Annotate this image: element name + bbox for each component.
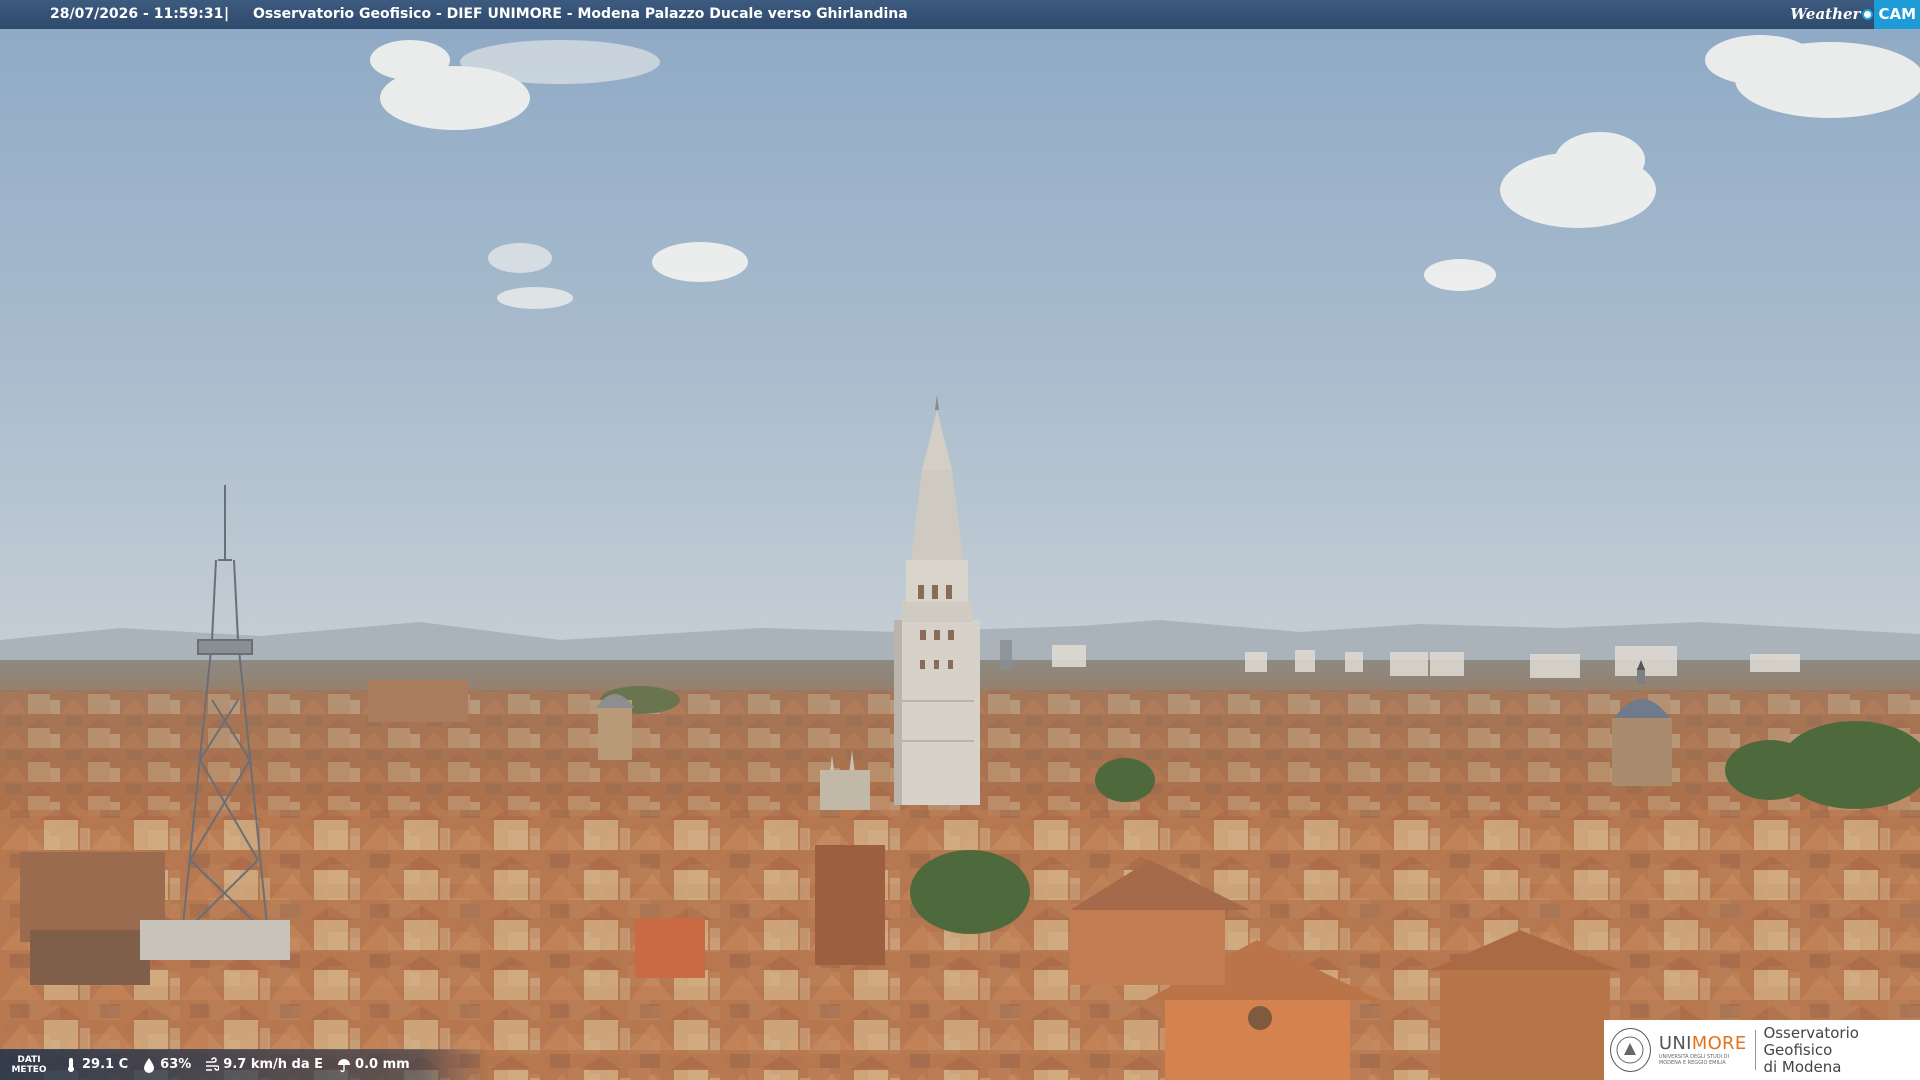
thermometer-icon: [68, 1057, 74, 1072]
humidity-value: 63%: [160, 1057, 192, 1072]
logo-divider: [1754, 1030, 1756, 1070]
droplet-icon: [144, 1057, 155, 1073]
rain-reading: 0.0 mm: [337, 1057, 410, 1073]
temperature-value: 29.1 C: [82, 1057, 129, 1072]
camera-title: Osservatorio Geofisico - DIEF UNIMORE - …: [253, 6, 908, 22]
weather-data-bar: DATI METEO 29.1 C 63% 9.7 km/h da E 0.0 …: [0, 1049, 490, 1080]
unimore-subtitle-2: MODENA E REGGIO EMILIA: [1658, 1060, 1726, 1066]
unimore-suffix: MORE: [1691, 1033, 1747, 1054]
umbrella-icon: [338, 1058, 351, 1072]
wind-icon: [206, 1056, 220, 1071]
weather-label: DATI METEO: [11, 1054, 47, 1075]
university-seal-icon: [1610, 1028, 1651, 1072]
camera-header-bar: 28/07/2026 - 11:59:31 | Osservatorio Geo…: [0, 0, 1920, 29]
temperature-reading: 29.1 C: [64, 1057, 128, 1073]
timestamp: 28/07/2026 - 11:59:31: [50, 6, 224, 22]
weathercam-logo: Weather CAM: [1790, 0, 1920, 29]
wind-value: 9.7 km/h da E: [223, 1057, 324, 1072]
webcam-scene: [0, 0, 1920, 1080]
header-separator: |: [224, 6, 230, 22]
unimore-prefix: UNI: [1658, 1033, 1692, 1054]
wind-reading: 9.7 km/h da E: [205, 1056, 324, 1073]
brand-weather-word: Weather: [1790, 5, 1861, 23]
brand-cam-word: CAM: [1874, 0, 1920, 29]
unimore-observatory-logo: UNIMORE UNIVERSITÀ DEGLI STUDI DI MODENA…: [1604, 1020, 1920, 1080]
observatory-name: Osservatorio Geofisico di Modena: [1763, 1023, 1859, 1076]
brand-dot-icon: [1862, 9, 1874, 20]
humidity-reading: 63%: [142, 1057, 191, 1073]
rain-value: 0.0 mm: [355, 1057, 410, 1072]
unimore-wordmark: UNIMORE UNIVERSITÀ DEGLI STUDI DI MODENA…: [1658, 1033, 1747, 1067]
